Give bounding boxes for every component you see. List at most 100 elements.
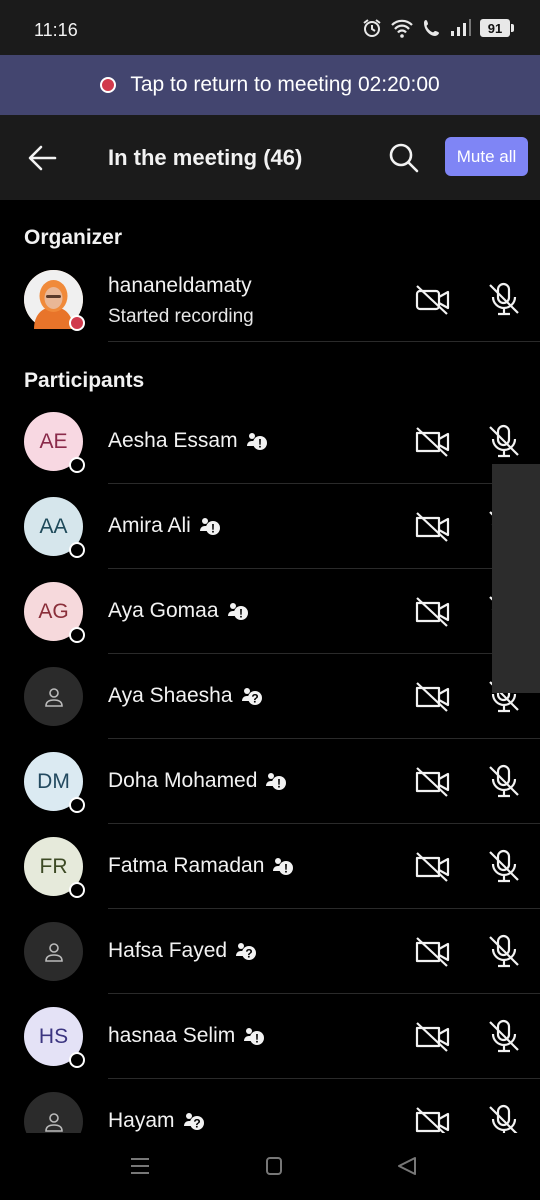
avatar [24, 270, 85, 331]
avatar-initials: AE [39, 429, 68, 453]
guest-badge-icon: ! [266, 773, 287, 791]
guest-badge-icon: ! [227, 603, 248, 621]
back-arrow-icon[interactable] [26, 142, 58, 174]
guest-badge-icon: ? [241, 688, 262, 706]
return-to-meeting-text: Tap to return to meeting 02:20:00 [130, 73, 440, 96]
avatar-initials: DM [37, 769, 70, 793]
page-title: In the meeting (46) [108, 145, 303, 170]
search-icon[interactable] [388, 142, 420, 174]
guest-badge-glyph: ! [211, 522, 215, 536]
alarm-icon [363, 19, 381, 37]
camera-off-icon [415, 597, 450, 627]
avatar: AA [24, 497, 85, 558]
status-icons: 91 [362, 18, 514, 38]
return-to-meeting-banner[interactable]: Tap to return to meeting 02:20:00 [0, 55, 540, 115]
app-header: In the meeting (46) Mute all [0, 115, 540, 200]
system-nav-bar [0, 1133, 540, 1200]
wifi-icon [391, 19, 413, 38]
participant-name-wrap: Hafsa Fayed? [108, 939, 257, 963]
status-time: 11:16 [34, 20, 78, 40]
mic-off-icon [489, 1019, 519, 1053]
camera-off-icon [415, 852, 450, 882]
organizer-heading: Organizer [24, 226, 123, 249]
camera-off-icon [415, 937, 450, 967]
participant-name: Hayam [108, 1109, 175, 1132]
participant-name: Aya Gomaa [108, 599, 219, 622]
guest-badge-icon: ! [244, 1028, 265, 1046]
participant-status: Started recording [108, 306, 254, 327]
participant-name-wrap: Amira Ali! [108, 514, 221, 538]
participant-name-wrap: Doha Mohamed! [108, 769, 287, 793]
participant-name: Aya Shaesha [108, 684, 233, 707]
participant-name: Aesha Essam [108, 429, 238, 452]
participant-row[interactable]: FR Fatma Ramadan! [0, 824, 540, 909]
participant-row[interactable]: AG Aya Gomaa! [0, 569, 540, 654]
avatar-initials: HS [38, 1024, 69, 1048]
participant-name-wrap: Aya Shaesha? [108, 684, 263, 708]
camera-off-icon [415, 512, 450, 542]
participant-row[interactable]: DM Doha Mohamed! [0, 739, 540, 824]
mic-off-icon [489, 849, 519, 883]
participant-row[interactable]: AE Aesha Essam! [0, 399, 540, 484]
avatar-initials: AG [38, 599, 69, 623]
recording-dot-icon [100, 77, 117, 93]
avatar-initials: FR [39, 854, 68, 878]
default-person-icon [44, 687, 63, 707]
guest-badge-glyph: ! [258, 437, 262, 451]
camera-off-icon [415, 1022, 450, 1052]
guest-badge-icon: ! [199, 518, 220, 536]
participant-name: Hafsa Fayed [108, 939, 228, 962]
guest-badge-icon: ? [236, 943, 257, 961]
avatar: HS [24, 1007, 85, 1068]
recent-apps-icon[interactable] [128, 1155, 152, 1177]
avatar-initials: AA [39, 514, 68, 538]
participant-name: hananeldamaty [108, 274, 252, 297]
avatar [24, 667, 83, 726]
guest-badge-icon: ! [246, 433, 267, 451]
participant-name: Doha Mohamed [108, 769, 258, 792]
mic-off-icon [489, 934, 519, 968]
back-nav-icon[interactable] [395, 1155, 419, 1177]
participants-heading: Participants [24, 369, 145, 392]
participant-name-wrap: Hayam? [108, 1109, 205, 1133]
avatar: FR [24, 837, 85, 898]
row-divider [108, 341, 540, 342]
camera-off-icon [415, 682, 450, 712]
presence-offline-icon [69, 1052, 85, 1068]
guest-badge-glyph: ? [251, 692, 258, 706]
presence-offline-icon [69, 797, 85, 813]
participant-name: Amira Ali [108, 514, 191, 537]
presence-offline-icon [69, 627, 85, 643]
presence-offline-icon [69, 542, 85, 558]
avatar [24, 922, 83, 981]
recording-status-icon [69, 315, 85, 331]
avatar: AE [24, 412, 85, 473]
guest-badge-glyph: ? [245, 947, 252, 961]
battery-indicator: 91 [480, 19, 514, 37]
scrollbar-thumb[interactable] [492, 464, 540, 693]
avatar: DM [24, 752, 85, 813]
default-person-icon [44, 942, 63, 962]
organizer-row[interactable]: hananeldamaty Started recording [0, 257, 540, 342]
participant-name: hasnaa Selim [108, 1024, 236, 1047]
participant-row[interactable]: AA Amira Ali! [0, 484, 540, 569]
mute-all-button[interactable]: Mute all [445, 137, 528, 176]
status-bar: 11:16 91 [0, 0, 540, 55]
participant-row[interactable]: Hafsa Fayed? [0, 909, 540, 994]
participant-name-wrap: Aesha Essam! [108, 429, 268, 453]
participant-name-wrap: Fatma Ramadan! [108, 854, 294, 878]
mic-off-icon [489, 424, 519, 458]
presence-offline-icon [69, 457, 85, 473]
home-icon[interactable] [262, 1155, 286, 1177]
guest-badge-icon: ! [273, 858, 294, 876]
mic-off-icon [489, 282, 519, 316]
participant-row[interactable]: Aya Shaesha? [0, 654, 540, 739]
wifi-call-icon [424, 20, 439, 36]
participant-row[interactable]: HS hasnaa Selim! [0, 994, 540, 1079]
guest-badge-glyph: ! [255, 1032, 259, 1046]
guest-badge-glyph: ! [277, 777, 281, 791]
mic-off-icon [489, 764, 519, 798]
guest-badge-icon: ? [183, 1113, 204, 1131]
guest-badge-glyph: ? [193, 1117, 200, 1131]
camera-off-icon [415, 427, 450, 457]
